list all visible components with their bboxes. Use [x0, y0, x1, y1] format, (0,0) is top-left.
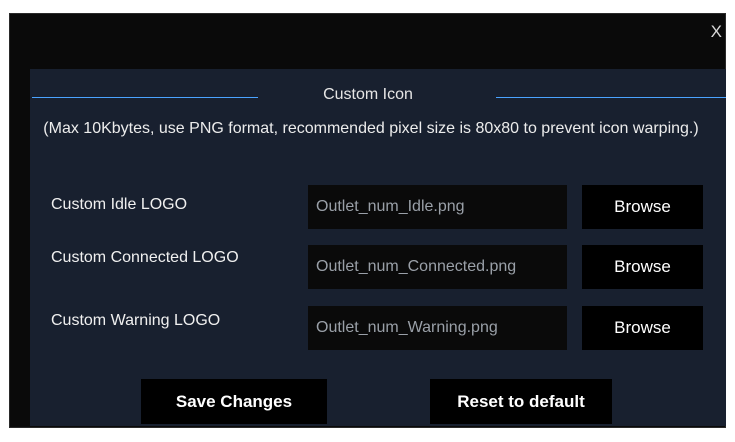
idle-logo-field[interactable]: [308, 185, 567, 229]
connected-logo-browse-button[interactable]: Browse: [582, 245, 703, 289]
section-title: Custom Icon: [323, 86, 413, 103]
connected-logo-label: Custom Connected LOGO: [51, 249, 239, 266]
save-changes-button[interactable]: Save Changes: [141, 379, 327, 424]
custom-icon-dialog: X Custom Icon (Max 10Kbytes, use PNG for…: [9, 13, 726, 428]
idle-logo-label: Custom Idle LOGO: [51, 196, 188, 213]
idle-logo-browse-button[interactable]: Browse: [582, 185, 703, 229]
close-button[interactable]: X: [711, 22, 722, 42]
warning-logo-field[interactable]: [308, 306, 567, 350]
title-divider-right: [496, 97, 726, 98]
reset-to-default-button[interactable]: Reset to default: [430, 379, 612, 424]
connected-logo-field[interactable]: [308, 245, 567, 289]
warning-logo-browse-button[interactable]: Browse: [582, 306, 703, 350]
format-note: (Max 10Kbytes, use PNG format, recommend…: [43, 120, 699, 137]
warning-logo-label: Custom Warning LOGO: [51, 312, 221, 329]
custom-icon-panel: Custom Icon (Max 10Kbytes, use PNG forma…: [30, 69, 726, 426]
